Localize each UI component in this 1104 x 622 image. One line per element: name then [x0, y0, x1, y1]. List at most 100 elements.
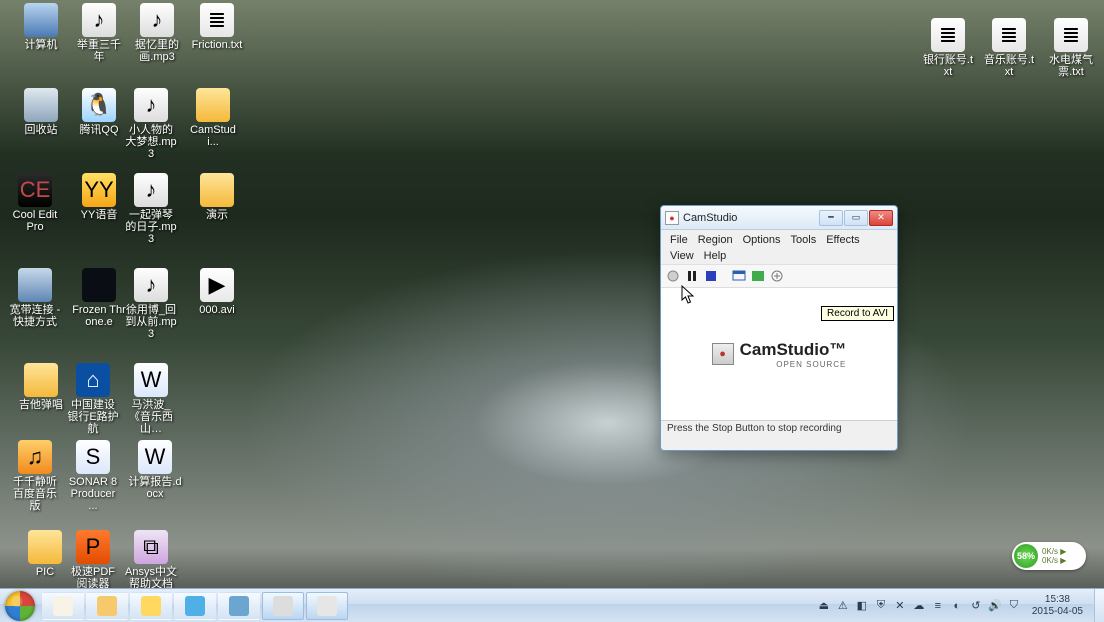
icon-mp3-2[interactable]: ♪据忆里的画.mp3 [130, 3, 184, 63]
icon-ansys-rar-icon: ⧉ [134, 530, 168, 564]
stop-button[interactable] [703, 268, 719, 284]
icon-bills-txt[interactable]: ≣水电煤气票.txt [1044, 18, 1098, 78]
icon-music-txt[interactable]: ≣音乐账号.txt [982, 18, 1036, 78]
icon-frozen-throne-label: Frozen Throne.e [72, 304, 126, 328]
pin-qq[interactable] [130, 592, 172, 620]
icon-folder-demo-icon [200, 173, 234, 207]
titlebar[interactable]: ● CamStudio ━ ▭ ✕ [661, 206, 897, 230]
tray-icon-8[interactable]: ↺ [969, 599, 983, 613]
menu-view[interactable]: View [665, 248, 699, 264]
icon-qq-icon: 🐧 [82, 88, 116, 122]
icon-computer[interactable]: 计算机 [14, 3, 68, 51]
tray-icon-5[interactable]: ☁ [912, 599, 926, 613]
toggle-view-button[interactable] [731, 268, 747, 284]
pin-explorer[interactable] [86, 592, 128, 620]
icon-frozen-throne-icon [82, 268, 116, 302]
icon-friction-txt-icon: ≣ [200, 3, 234, 37]
battery-percent: 58% [1014, 544, 1038, 568]
pin-photo[interactable] [218, 592, 260, 620]
icon-broadband[interactable]: 宽带连接 - 快捷方式 [8, 268, 62, 328]
menu-region[interactable]: Region [693, 232, 738, 248]
icon-folder-guitar[interactable]: 吉他弹唱 [14, 363, 68, 411]
icon-cool-edit-pro-label: Cool Edit Pro [8, 209, 62, 233]
icon-000-avi-icon: ▶ [200, 268, 234, 302]
close-button[interactable]: ✕ [869, 210, 893, 226]
swf-button[interactable] [750, 268, 766, 284]
icon-pdf-reader-label: 极速PDF阅读器 [66, 566, 120, 590]
menu-options[interactable]: Options [738, 232, 786, 248]
icon-friction-txt[interactable]: ≣Friction.txt [190, 3, 244, 51]
tray-icon-7[interactable]: ◐ [950, 599, 964, 613]
icon-ccb-icon: ⌂ [76, 363, 110, 397]
icon-yy-icon: YY [82, 173, 116, 207]
menu-help[interactable]: Help [699, 248, 732, 264]
icon-000-avi[interactable]: ▶000.avi [190, 268, 244, 316]
icon-cool-edit-pro[interactable]: CECool Edit Pro [8, 173, 62, 233]
tray-icon-4[interactable]: ✕ [893, 599, 907, 613]
minimize-button[interactable]: ━ [819, 210, 843, 226]
icon-ccb[interactable]: ⌂中国建设银行E路护航 [66, 363, 120, 435]
icon-yy-label: YY语音 [81, 209, 118, 221]
pin-folder[interactable] [306, 592, 348, 620]
icon-mp3-4-icon: ♪ [134, 173, 168, 207]
net-up: 0K/s ▶ [1042, 556, 1066, 565]
desktop[interactable]: 计算机回收站 CECool Edit Pro 宽带连接 - 快捷方式吉他弹唱 ♫千千静… [0, 0, 1104, 622]
menu-file[interactable]: File [665, 232, 693, 248]
pin-ie-icon [185, 596, 205, 616]
icon-bank-txt[interactable]: ≣银行账号.txt [921, 18, 975, 78]
icon-mp3-5[interactable]: ♪徐用博_回到从前.mp3 [124, 268, 178, 340]
taskbar-clock[interactable]: 15:38 2015-04-05 [1026, 594, 1089, 618]
taskbar: ⏏ ⚠ ◧ ⛨ ✕ ☁ ≡ ◐ ↺ 🔊 ⛉ 15:38 2015-04-05 [0, 588, 1104, 622]
icon-mp3-3[interactable]: ♪小人物的大梦想.mp3 [124, 88, 178, 160]
show-desktop-button[interactable] [1094, 589, 1104, 622]
pin-camstudio[interactable] [262, 592, 304, 620]
net-down: 0K/s ▶ [1042, 547, 1066, 556]
pin-camstudio-icon [273, 596, 293, 616]
icon-mp3-4-label: 一起弹琴的日子.mp3 [124, 209, 178, 245]
icon-camstudio-folder-icon [196, 88, 230, 122]
icon-qianqian[interactable]: ♫千千静听百度音乐版 [8, 440, 62, 512]
icon-doc-music[interactable]: W马洪波_《音乐西山… [124, 363, 178, 435]
icon-mp3-4[interactable]: ♪一起弹琴的日子.mp3 [124, 173, 178, 245]
pause-button[interactable] [684, 268, 700, 284]
pin-app-a[interactable] [42, 592, 84, 620]
icon-folder-demo[interactable]: 演示 [190, 173, 244, 221]
icon-mp3-1-label: 举重三千年 [72, 39, 126, 63]
icon-bills-txt-label: 水电煤气票.txt [1044, 54, 1098, 78]
tray-icon-3[interactable]: ⛨ [874, 599, 888, 613]
icon-recycle-bin[interactable]: 回收站 [14, 88, 68, 136]
icon-qq[interactable]: 🐧 腾讯QQ [72, 88, 126, 136]
annotation-button[interactable] [769, 268, 785, 284]
icon-folder-pic[interactable]: PIC [18, 530, 72, 578]
icon-broadband-icon [18, 268, 52, 302]
icon-camstudio-folder-label: CamStudi... [186, 124, 240, 148]
menu-effects[interactable]: Effects [821, 232, 864, 248]
icon-qq-label: 腾讯QQ [79, 124, 118, 136]
record-button[interactable] [665, 268, 681, 284]
maximize-button[interactable]: ▭ [844, 210, 868, 226]
tray-icon-9[interactable]: 🔊 [988, 599, 1002, 613]
tray-icon-2[interactable]: ◧ [855, 599, 869, 613]
icon-sonar8[interactable]: SSONAR 8 Producer ... [66, 440, 120, 512]
statusbar: Press the Stop Button to stop recording [661, 420, 897, 438]
icon-sonar8-icon: S [76, 440, 110, 474]
menu-tools[interactable]: Tools [786, 232, 822, 248]
icon-yy[interactable]: YY YY语音 [72, 173, 126, 221]
system-tray: ⏏ ⚠ ◧ ⛨ ✕ ☁ ≡ ◐ ↺ 🔊 ⛉ 15:38 2015-04-05 [817, 589, 1104, 622]
tray-icon-0[interactable]: ⏏ [817, 599, 831, 613]
windows-orb-icon [5, 591, 35, 621]
icon-sonar8-label: SONAR 8 Producer ... [66, 476, 120, 512]
icon-pdf-reader[interactable]: P极速PDF阅读器 [66, 530, 120, 590]
icon-camstudio-folder[interactable]: CamStudi... [186, 88, 240, 148]
tray-icon-1[interactable]: ⚠ [836, 599, 850, 613]
battery-widget[interactable]: 58% 0K/s ▶ 0K/s ▶ [1012, 542, 1086, 570]
pin-ie[interactable] [174, 592, 216, 620]
clock-time: 15:38 [1045, 594, 1070, 606]
tray-icon-10[interactable]: ⛉ [1007, 599, 1021, 613]
tray-icon-6[interactable]: ≡ [931, 599, 945, 613]
icon-mp3-1[interactable]: ♪举重三千年 [72, 3, 126, 63]
icon-doc-report[interactable]: W计算报告.docx [128, 440, 182, 500]
start-button[interactable] [0, 589, 40, 622]
icon-frozen-throne[interactable]: Frozen Throne.e [72, 268, 126, 328]
icon-folder-guitar-icon [24, 363, 58, 397]
